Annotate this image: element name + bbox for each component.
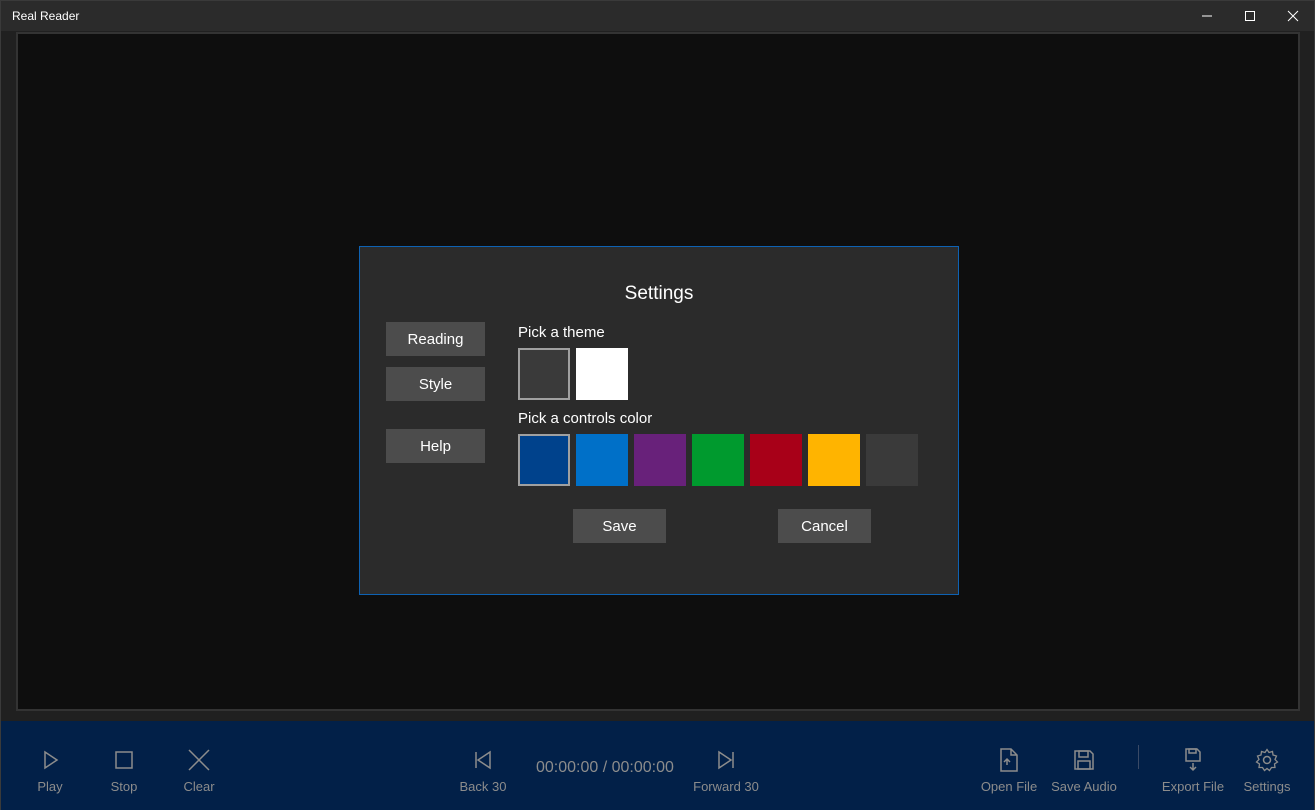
clear-button[interactable]: Clear <box>179 747 219 797</box>
controls-color-swatch-1[interactable] <box>518 434 570 486</box>
controls-color-swatch-6[interactable] <box>808 434 860 486</box>
style-nav-button[interactable]: Style <box>386 367 485 401</box>
open-file-label: Open File <box>980 779 1038 794</box>
dialog-title: Settings <box>624 283 694 304</box>
clear-label: Clear <box>183 779 215 794</box>
skip-back-icon <box>475 750 491 770</box>
minimize-icon <box>1202 15 1212 17</box>
gear-icon <box>1255 748 1279 772</box>
play-button[interactable]: Play <box>33 747 67 797</box>
controls-color-swatch-4[interactable] <box>692 434 744 486</box>
controls-color-label: Pick a controls color <box>518 410 653 427</box>
forward-30-label: Forward 30 <box>693 779 759 794</box>
theme-label: Pick a theme <box>518 324 605 341</box>
window-title: Real Reader <box>12 9 80 23</box>
controls-color-swatch-5[interactable] <box>750 434 802 486</box>
back-30-label: Back 30 <box>459 779 507 794</box>
minimize-button[interactable] <box>1185 1 1229 31</box>
theme-swatch-light[interactable] <box>576 348 628 400</box>
title-bar: Real Reader <box>1 1 1314 31</box>
toolbar-separator <box>1138 745 1139 769</box>
export-file-label: Export File <box>1161 779 1225 794</box>
export-icon <box>1185 748 1201 772</box>
settings-dialog: Settings Reading Style Help Pick a theme… <box>359 246 959 595</box>
back-30-button[interactable]: Back 30 <box>457 747 509 797</box>
save-audio-label: Save Audio <box>1051 779 1117 794</box>
close-button[interactable] <box>1271 1 1315 31</box>
save-button[interactable]: Save <box>573 509 666 543</box>
play-icon <box>44 750 59 770</box>
export-file-button[interactable]: Export File <box>1160 747 1226 797</box>
settings-label: Settings <box>1243 779 1291 794</box>
app-window: Real Reader Settings Reading Style Help … <box>0 0 1315 810</box>
theme-swatch-dark[interactable] <box>518 348 570 400</box>
reading-nav-button[interactable]: Reading <box>386 322 485 356</box>
stop-button[interactable]: Stop <box>107 747 141 797</box>
open-file-icon <box>1000 748 1018 772</box>
play-label: Play <box>37 779 63 794</box>
cancel-button[interactable]: Cancel <box>778 509 871 543</box>
stop-icon <box>115 751 133 769</box>
help-nav-button[interactable]: Help <box>386 429 485 463</box>
stop-label: Stop <box>110 779 138 794</box>
playback-time: 00:00:00 / 00:00:00 <box>536 759 674 776</box>
settings-button[interactable]: Settings <box>1241 747 1293 797</box>
clear-icon <box>188 749 210 771</box>
controls-color-swatch-3[interactable] <box>634 434 686 486</box>
skip-forward-icon <box>718 750 734 770</box>
open-file-button[interactable]: Open File <box>979 747 1039 797</box>
forward-30-button[interactable]: Forward 30 <box>691 747 761 797</box>
maximize-icon <box>1245 11 1255 21</box>
bottom-toolbar: Play Stop Clear Back 30 00:00:00 / 00:00… <box>1 721 1314 810</box>
controls-color-swatch-7[interactable] <box>866 434 918 486</box>
maximize-button[interactable] <box>1228 1 1272 31</box>
controls-color-swatch-2[interactable] <box>576 434 628 486</box>
close-icon <box>1287 10 1299 22</box>
save-icon <box>1074 750 1094 770</box>
save-audio-button[interactable]: Save Audio <box>1049 747 1119 797</box>
